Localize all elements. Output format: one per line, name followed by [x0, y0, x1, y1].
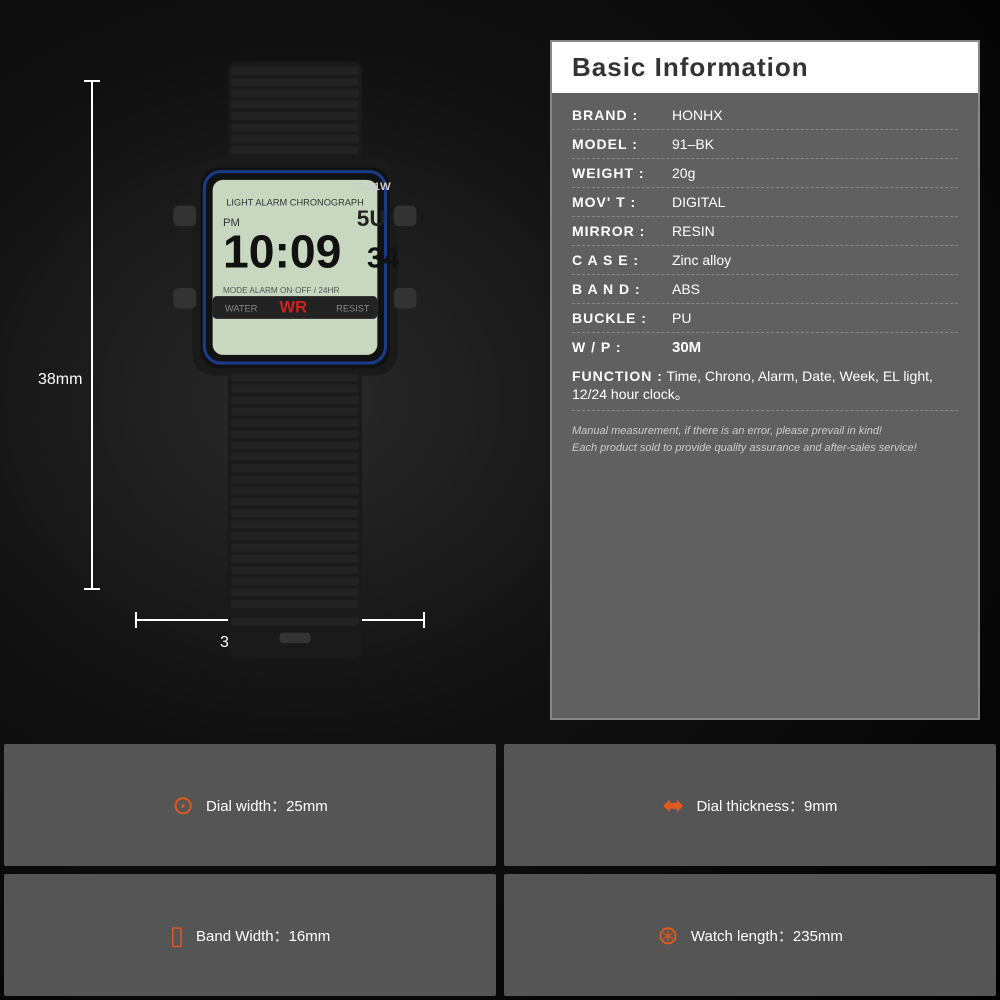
info-title: Basic Information	[572, 52, 809, 82]
info-val-5: Zinc alloy	[672, 252, 958, 268]
dim-38mm-label: 38mm	[38, 371, 82, 389]
info-key-8: W / P :	[572, 339, 672, 355]
info-val-3: DIGITAL	[672, 194, 958, 210]
info-row-4: MIRROR : RESIN	[572, 217, 958, 246]
watch-area: 38mm 35mm	[20, 30, 540, 730]
info-val-0: HONHX	[672, 107, 958, 123]
disclaimer-line2: Each product sold to provide quality ass…	[572, 440, 958, 457]
info-row-8: W / P : 30M	[572, 333, 958, 362]
dial-width-label: Dial width：25mm	[206, 795, 328, 816]
info-key-0: BRAND :	[572, 107, 672, 123]
info-key-2: WEIGHT :	[572, 165, 672, 181]
info-key-5: C A S E :	[572, 252, 672, 268]
bottom-bar-2: ▯ Band Width：16mm ⊛ Watch length：235mm	[0, 870, 1000, 1000]
disclaimer-line1: Manual measurement, if there is an error…	[572, 423, 958, 440]
info-row-1: MODEL : 91–BK	[572, 130, 958, 159]
function-key: FUNCTION :	[572, 368, 663, 384]
info-val-1: 91–BK	[672, 136, 958, 152]
svg-text:5U: 5U	[357, 206, 386, 231]
watch-length-cell: ⊛ Watch length：235mm	[504, 874, 996, 996]
info-val-6: ABS	[672, 281, 958, 297]
bottom-bar: ⊙ Dial width：25mm ⬌ Dial thickness：9mm	[0, 740, 1000, 870]
watch-image: LIGHT ALARM CHRONOGRAPH PM 5U 20 10:09 3…	[120, 60, 470, 660]
info-content: BRAND : HONHX MODEL : 91–BK WEIGHT : 20g…	[552, 93, 978, 464]
svg-text:WR: WR	[280, 299, 308, 317]
watch-length-icon: ⊛	[657, 920, 679, 951]
band-width-icon: ▯	[170, 920, 184, 951]
info-key-6: B A N D :	[572, 281, 672, 297]
info-val-8: 30M	[672, 339, 958, 356]
info-row-2: WEIGHT : 20g	[572, 159, 958, 188]
svg-text:LIGHT ALARM CHRONOGRAPH: LIGHT ALARM CHRONOGRAPH	[226, 198, 364, 208]
main-container: 38mm 35mm	[0, 0, 1000, 1000]
info-title-bar: Basic Information	[552, 42, 978, 93]
info-disclaimer: Manual measurement, if there is an error…	[572, 423, 958, 456]
info-key-4: MIRROR :	[572, 223, 672, 239]
dial-thickness-icon: ⬌	[663, 790, 685, 821]
info-function-row: FUNCTION : Time, Chrono, Alarm, Date, We…	[572, 362, 958, 411]
svg-text:F-91W: F-91W	[357, 181, 391, 193]
info-val-7: PU	[672, 310, 958, 326]
svg-text:34: 34	[367, 242, 399, 274]
info-key-7: BUCKLE :	[572, 310, 672, 326]
dial-width-cell: ⊙ Dial width：25mm	[4, 744, 496, 866]
band-width-cell: ▯ Band Width：16mm	[4, 874, 496, 996]
info-val-4: RESIN	[672, 223, 958, 239]
info-row-5: C A S E : Zinc alloy	[572, 246, 958, 275]
info-key-3: MOV' T :	[572, 194, 672, 210]
dial-thickness-cell: ⬌ Dial thickness：9mm	[504, 744, 996, 866]
dial-width-icon: ⊙	[172, 790, 194, 821]
band-width-label: Band Width：16mm	[196, 925, 330, 946]
info-row-3: MOV' T : DIGITAL	[572, 188, 958, 217]
info-val-2: 20g	[672, 165, 958, 181]
dial-thickness-label: Dial thickness：9mm	[696, 795, 837, 816]
watch-length-label: Watch length：235mm	[691, 925, 843, 946]
info-panel: Basic Information BRAND : HONHX MODEL : …	[550, 40, 980, 720]
info-row-0: BRAND : HONHX	[572, 101, 958, 130]
top-section: 38mm 35mm	[0, 0, 1000, 740]
svg-text:WATER: WATER	[225, 304, 258, 314]
svg-text:MODE ALARM ON·OFF / 24HR: MODE ALARM ON·OFF / 24HR	[223, 286, 340, 295]
svg-text:RESIST: RESIST	[336, 304, 370, 314]
info-row-6: B A N D : ABS	[572, 275, 958, 304]
svg-text:10:09: 10:09	[223, 225, 341, 277]
info-key-1: MODEL :	[572, 136, 672, 152]
info-row-7: BUCKLE : PU	[572, 304, 958, 333]
